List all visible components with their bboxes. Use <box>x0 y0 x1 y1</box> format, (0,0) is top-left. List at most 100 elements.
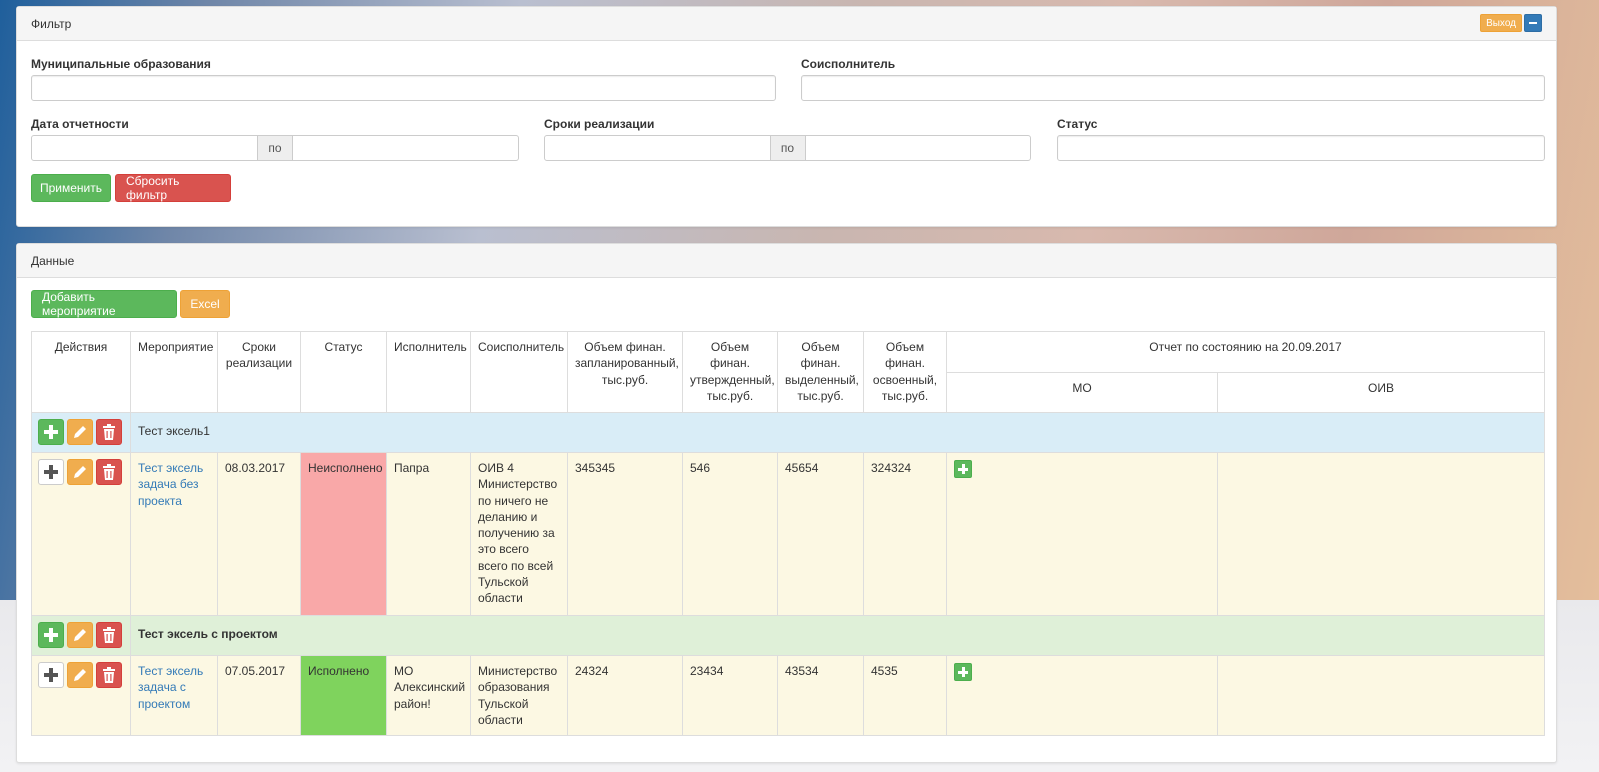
terms-from-input[interactable] <box>544 135 771 161</box>
status-select[interactable] <box>1057 135 1545 161</box>
report-date-to-input[interactable] <box>292 135 519 161</box>
edit-button[interactable] <box>67 419 93 445</box>
th-vol-approved: Объем финан. утвержденный, тыс.руб. <box>682 331 778 413</box>
th-mo: МО <box>946 372 1218 413</box>
cell-terms: 08.03.2017 <box>217 452 301 616</box>
pencil-icon <box>74 629 86 641</box>
filter-panel-actions: Выход <box>1480 14 1542 32</box>
cell-vol-allocated: 43534 <box>777 654 864 737</box>
th-oiv: ОИВ <box>1217 372 1545 413</box>
cell-coexecutor: Министерство образования Тульской област… <box>470 654 568 737</box>
add-event-button[interactable]: Добавить мероприятие <box>31 290 177 318</box>
cell-terms: 07.05.2017 <box>217 654 301 737</box>
filter-panel-heading: Фильтр Выход <box>17 7 1556 41</box>
th-event: Мероприятие <box>130 331 218 413</box>
th-executor: Исполнитель <box>386 331 471 413</box>
terms-range: по <box>544 135 1031 161</box>
reset-filter-button[interactable]: Сбросить фильтр <box>115 174 231 202</box>
trash-icon <box>103 627 115 643</box>
event-link[interactable]: Тест эксель задача с проектом <box>138 664 203 711</box>
cell-vol-spent: 4535 <box>863 654 947 737</box>
add-subtask-button[interactable] <box>38 662 64 688</box>
plus-icon <box>958 464 968 474</box>
trash-icon <box>103 667 115 683</box>
delete-button[interactable] <box>96 459 122 485</box>
add-report-button[interactable] <box>954 663 972 681</box>
cell-executor: Папра <box>386 452 471 616</box>
pencil-icon <box>74 466 86 478</box>
cell-oiv <box>1217 452 1545 616</box>
group-name: Тест эксель с проектом <box>130 615 1545 656</box>
data-panel-heading: Данные <box>17 244 1556 278</box>
report-date-range: по <box>31 135 519 161</box>
th-vol-spent: Объем финан. освоенный, тыс.руб. <box>863 331 947 413</box>
cell-vol-planned: 24324 <box>567 654 683 737</box>
event-link[interactable]: Тест эксель задача без проекта <box>138 461 203 508</box>
group-actions <box>38 622 124 648</box>
plus-icon <box>44 465 58 479</box>
data-panel: Данные Добавить мероприятие Excel Действ… <box>16 243 1557 763</box>
terms-label: Сроки реализации <box>544 117 655 131</box>
th-terms: Сроки реализации <box>217 331 301 413</box>
municipal-label: Муниципальные образования <box>31 57 211 71</box>
edit-button[interactable] <box>67 662 93 688</box>
group-row: Тест эксель с проектом <box>31 615 1545 656</box>
delete-button[interactable] <box>96 662 122 688</box>
group-actions <box>38 419 124 445</box>
terms-sep: по <box>770 135 805 161</box>
add-task-button[interactable] <box>38 419 64 445</box>
table-row: Тест эксель задача без проекта 08.03.201… <box>31 452 1545 616</box>
collapse-button[interactable] <box>1524 14 1542 32</box>
row-actions <box>38 662 124 688</box>
trash-icon <box>103 424 115 440</box>
edit-button[interactable] <box>67 622 93 648</box>
municipal-input[interactable] <box>31 75 776 101</box>
cell-vol-spent: 324324 <box>863 452 947 616</box>
th-actions: Действия <box>31 331 131 413</box>
status-label: Статус <box>1057 117 1098 131</box>
events-table: Действия Мероприятие Сроки реализации Ст… <box>31 331 1545 737</box>
pencil-icon <box>74 426 86 438</box>
plus-icon <box>958 667 968 677</box>
terms-to-input[interactable] <box>804 135 1031 161</box>
delete-button[interactable] <box>96 419 122 445</box>
add-task-button[interactable] <box>38 622 64 648</box>
minus-icon <box>1529 22 1537 24</box>
cell-mo <box>946 654 1218 737</box>
th-coexecutor: Соисполнитель <box>470 331 568 413</box>
group-name: Тест эксель1 <box>130 412 1545 453</box>
cell-coexecutor: ОИВ 4 Министерство по ничего не деланию … <box>470 452 568 616</box>
cell-vol-planned: 345345 <box>567 452 683 616</box>
filter-panel: Фильтр Выход Муниципальные образования С… <box>16 6 1557 227</box>
row-actions <box>38 459 124 485</box>
th-vol-planned: Объем финан. запланированный, тыс.руб. <box>567 331 683 413</box>
filter-panel-title: Фильтр <box>31 16 72 31</box>
cell-vol-allocated: 45654 <box>777 452 864 616</box>
cell-mo <box>946 452 1218 616</box>
excel-button[interactable]: Excel <box>180 290 230 318</box>
table-row: Тест эксель задача с проектом 07.05.2017… <box>31 654 1545 737</box>
add-report-button[interactable] <box>954 460 972 478</box>
th-status: Статус <box>300 331 387 413</box>
report-date-sep: по <box>258 135 292 161</box>
cell-vol-approved: 546 <box>682 452 778 616</box>
cell-oiv <box>1217 654 1545 737</box>
coexec-input[interactable] <box>801 75 1545 101</box>
report-date-from-input[interactable] <box>31 135 258 161</box>
exit-button[interactable]: Выход <box>1480 14 1522 32</box>
delete-button[interactable] <box>96 622 122 648</box>
status-badge: Исполнено <box>300 654 387 737</box>
add-subtask-button[interactable] <box>38 459 64 485</box>
plus-icon <box>44 425 58 439</box>
plus-icon <box>44 628 58 642</box>
data-panel-title: Данные <box>31 253 75 268</box>
th-report: Отчет по состоянию на 20.09.2017 <box>946 331 1545 373</box>
plus-icon <box>44 668 58 682</box>
apply-button[interactable]: Применить <box>31 174 111 202</box>
edit-button[interactable] <box>67 459 93 485</box>
th-vol-allocated: Объем финан. выделенный, тыс.руб. <box>777 331 864 413</box>
pencil-icon <box>74 669 86 681</box>
trash-icon <box>103 464 115 480</box>
report-date-label: Дата отчетности <box>31 117 129 131</box>
status-badge: Неисполнено <box>300 452 387 616</box>
